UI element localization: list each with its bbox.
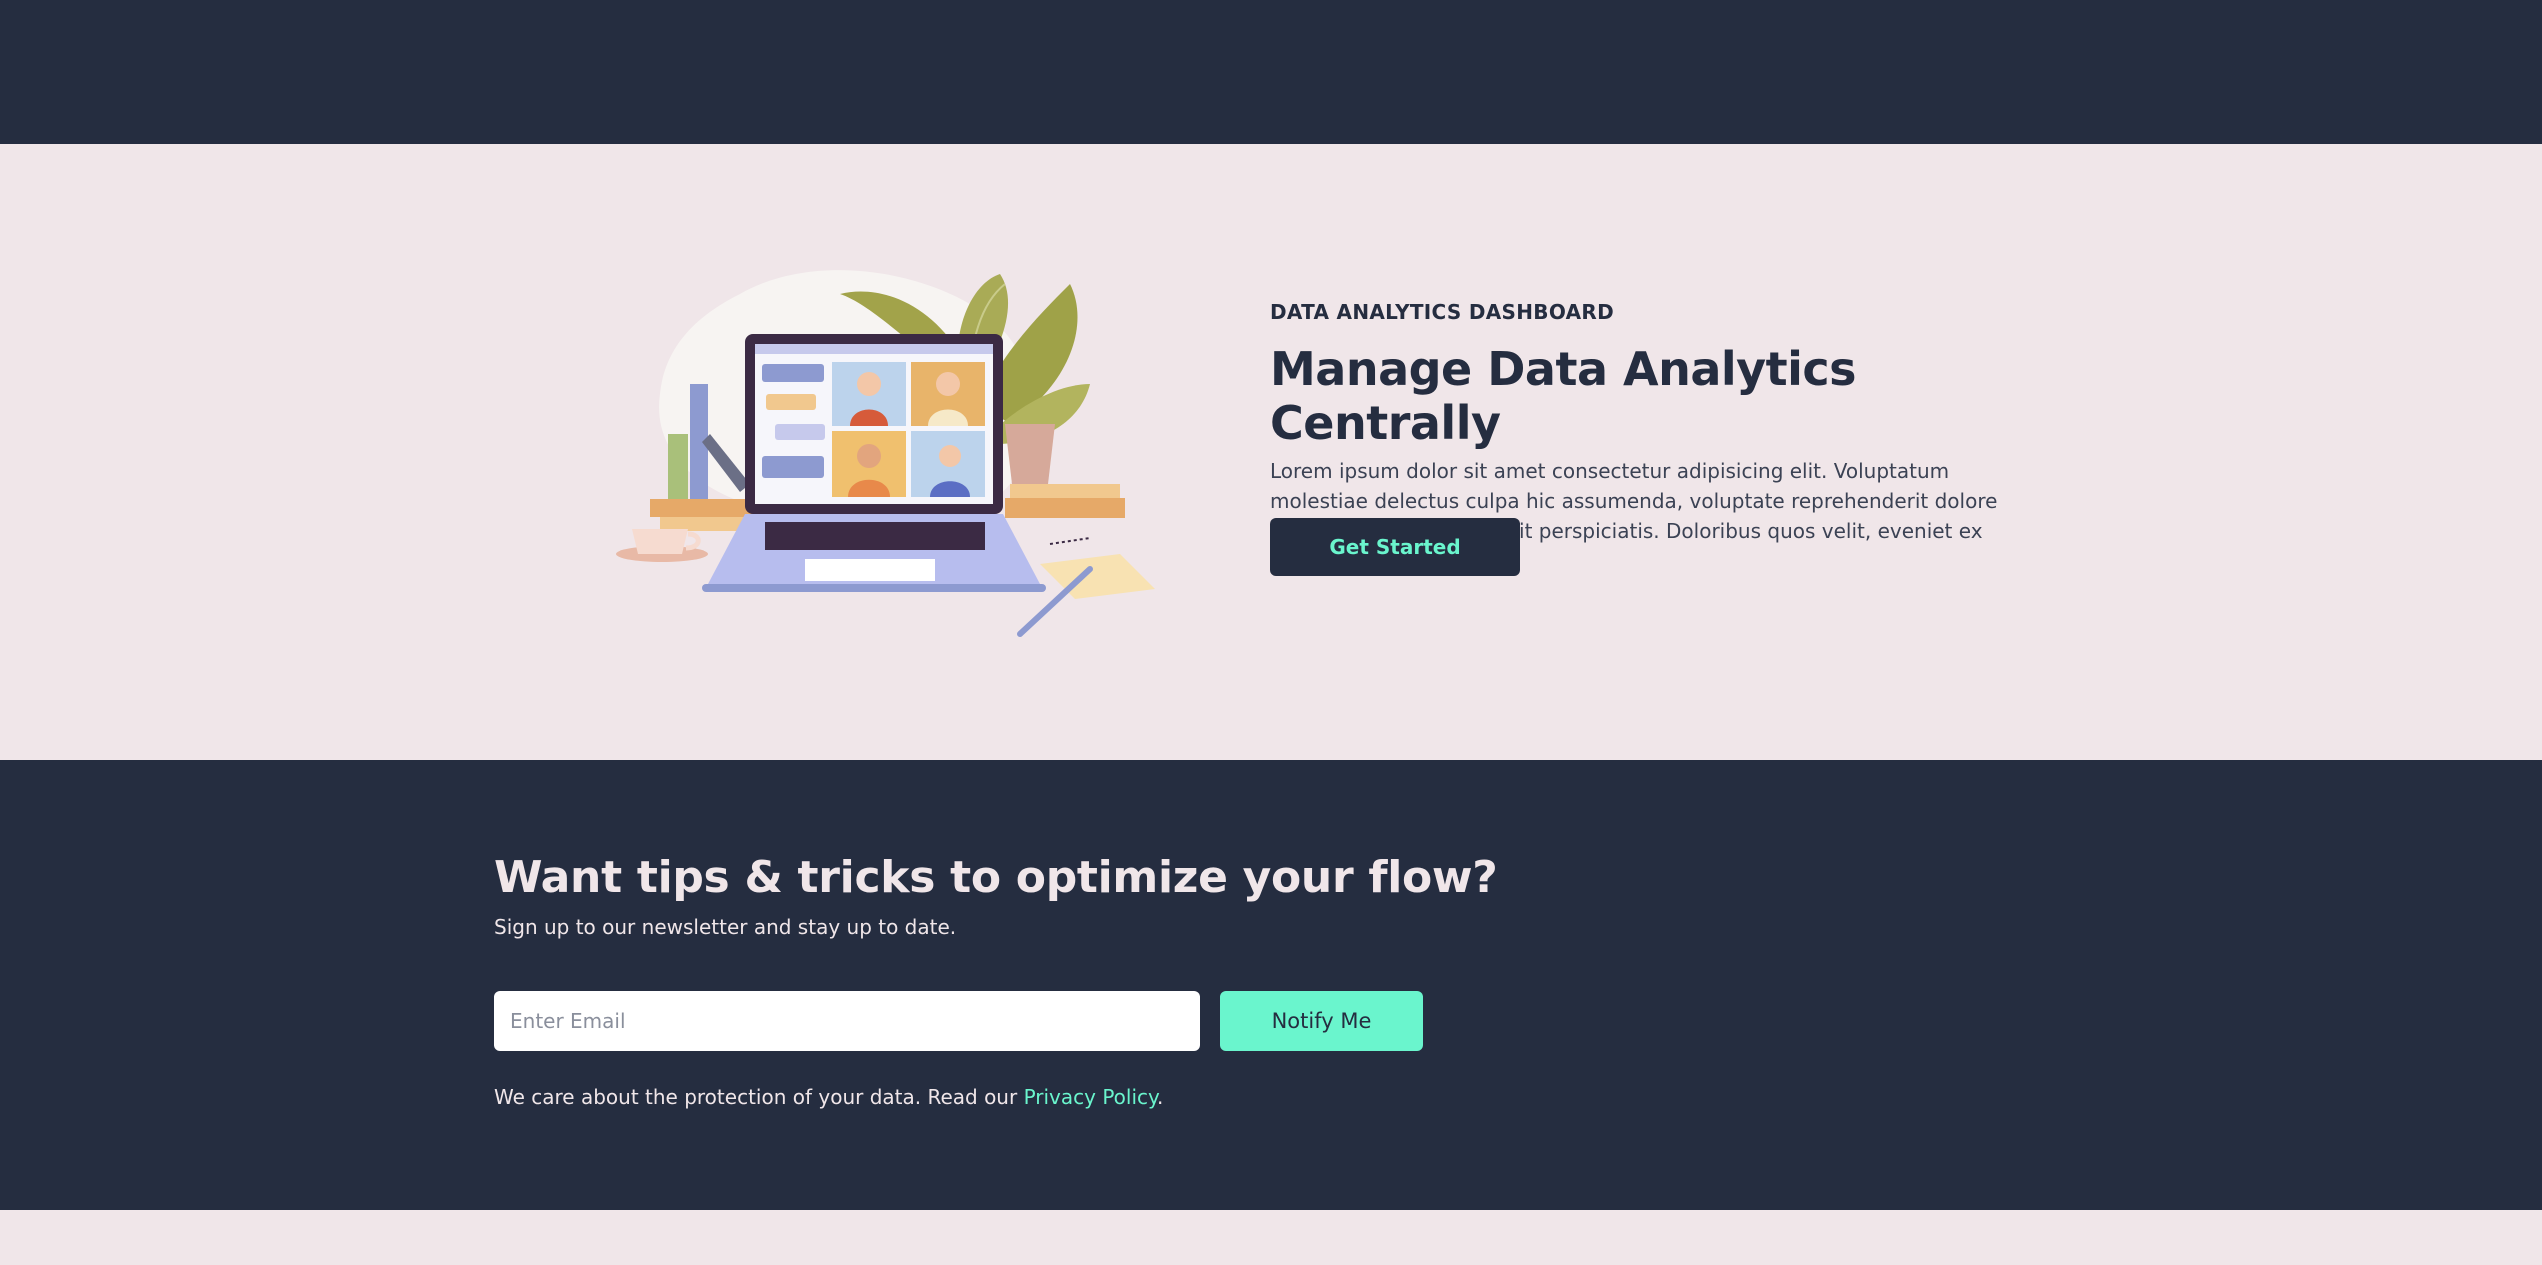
hero-title: Manage Data Analytics Centrally (1270, 342, 1857, 450)
newsletter-section (0, 760, 2542, 1210)
email-input[interactable] (494, 991, 1200, 1051)
privacy-note-suffix: . (1157, 1085, 1164, 1109)
newsletter-subtitle: Sign up to our newsletter and stay up to… (494, 915, 957, 939)
footer-band (0, 1210, 2542, 1265)
privacy-note: We care about the protection of your dat… (494, 1082, 1163, 1112)
newsletter-title: Want tips & tricks to optimize your flow… (494, 852, 1498, 903)
notify-me-button[interactable]: Notify Me (1220, 991, 1423, 1051)
privacy-policy-link[interactable]: Privacy Policy (1024, 1085, 1157, 1109)
top-header-band (0, 0, 2542, 144)
hero-eyebrow: DATA ANALYTICS DASHBOARD (1270, 300, 1614, 324)
privacy-note-text: We care about the protection of your dat… (494, 1085, 1024, 1109)
get-started-button[interactable]: Get Started (1270, 518, 1520, 576)
laptop-video-call-illustration (616, 270, 1155, 637)
